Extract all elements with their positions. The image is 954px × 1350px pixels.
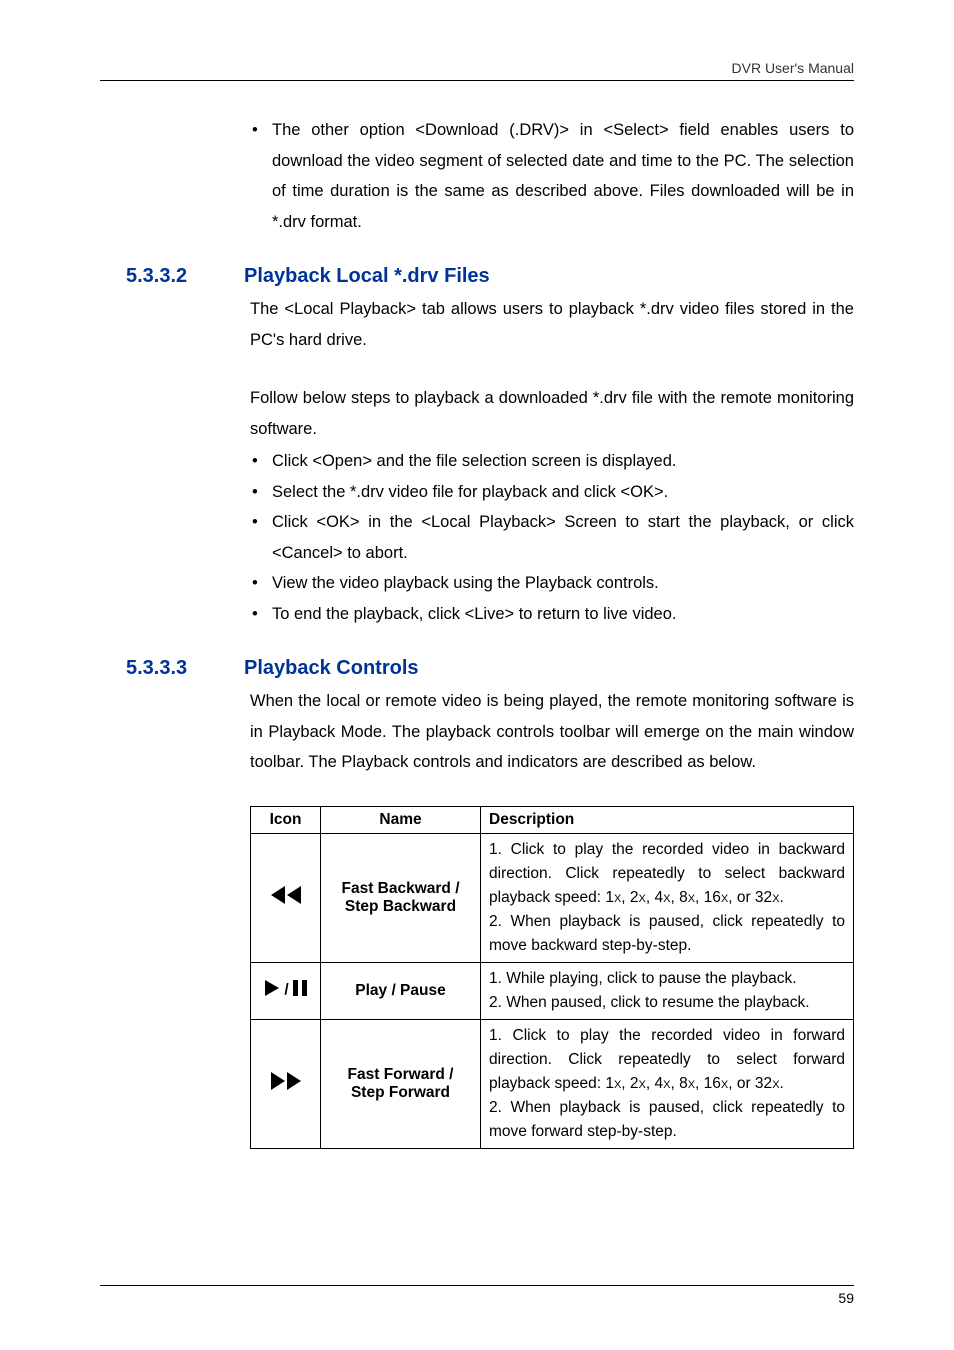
speed-x: X bbox=[688, 1079, 695, 1091]
heading-5333: 5.3.3.3Playback Controls bbox=[126, 657, 854, 680]
table-header-row: Icon Name Description bbox=[251, 806, 854, 833]
table-row: / Play / Pause 1. While playing, click t… bbox=[251, 962, 854, 1019]
para-5332-2: Follow below steps to playback a downloa… bbox=[250, 383, 854, 444]
header-manual-title: DVR User's Manual bbox=[100, 60, 854, 76]
heading-5332-title: Playback Local *.drv Files bbox=[244, 265, 490, 287]
icon-cell-playpause: / bbox=[251, 962, 321, 1019]
play-pause-slash: / bbox=[284, 982, 293, 999]
icon-cell-fastforward bbox=[251, 1019, 321, 1148]
header-rule: DVR User's Manual bbox=[100, 60, 854, 81]
bullet-item: Select the *.drv video file for playback… bbox=[250, 477, 854, 508]
th-icon: Icon bbox=[251, 806, 321, 833]
th-desc: Description bbox=[481, 806, 854, 833]
desc-text: , 8 bbox=[670, 889, 687, 906]
desc-text: 2. When paused, click to resume the play… bbox=[489, 994, 810, 1011]
desc-text: 2. When playback is paused, click repeat… bbox=[489, 913, 845, 954]
icon-cell-rewind bbox=[251, 833, 321, 962]
desc-text: 2. When playback is paused, click repeat… bbox=[489, 1099, 845, 1140]
speed-x: X bbox=[772, 893, 779, 905]
name-cell-playpause: Play / Pause bbox=[321, 962, 481, 1019]
pause-icon bbox=[293, 980, 307, 1001]
bullet-item: View the video playback using the Playba… bbox=[250, 568, 854, 599]
intro-bullet-list: The other option <Download (.DRV)> in <S… bbox=[250, 115, 854, 237]
desc-cell-fastforward: 1. Click to play the recorded video in f… bbox=[481, 1019, 854, 1148]
desc-text: , 16 bbox=[695, 889, 721, 906]
name-cell-fastforward: Fast Forward / Step Forward bbox=[321, 1019, 481, 1148]
desc-text: , 16 bbox=[695, 1075, 721, 1092]
speed-x: X bbox=[639, 893, 646, 905]
heading-5333-num: 5.3.3.3 bbox=[126, 657, 244, 680]
speed-x: X bbox=[688, 893, 695, 905]
desc-text: , or 32 bbox=[728, 1075, 772, 1092]
desc-text: , 8 bbox=[670, 1075, 687, 1092]
intro-bullet-item: The other option <Download (.DRV)> in <S… bbox=[250, 115, 854, 237]
speed-x: X bbox=[639, 1079, 646, 1091]
fast-forward-icon bbox=[269, 1072, 303, 1095]
desc-cell-playpause: 1. While playing, click to pause the pla… bbox=[481, 962, 854, 1019]
playback-controls-table: Icon Name Description Fast Backward / St… bbox=[250, 806, 854, 1149]
para-5333: When the local or remote video is being … bbox=[250, 686, 854, 778]
desc-text: . bbox=[780, 889, 784, 906]
heading-5333-title: Playback Controls bbox=[244, 657, 419, 679]
bullets-5332: Click <Open> and the file selection scre… bbox=[250, 446, 854, 629]
desc-text: 1. While playing, click to pause the pla… bbox=[489, 970, 797, 987]
desc-cell-rewind: 1. Click to play the recorded video in b… bbox=[481, 833, 854, 962]
th-name: Name bbox=[321, 806, 481, 833]
table-row: Fast Forward / Step Forward 1. Click to … bbox=[251, 1019, 854, 1148]
heading-5332: 5.3.3.2Playback Local *.drv Files bbox=[126, 265, 854, 288]
desc-text: , 2 bbox=[621, 889, 638, 906]
table-row: Fast Backward / Step Backward 1. Click t… bbox=[251, 833, 854, 962]
desc-text: , or 32 bbox=[728, 889, 772, 906]
heading-5332-num: 5.3.3.2 bbox=[126, 265, 244, 288]
desc-text: . bbox=[780, 1075, 784, 1092]
desc-text: , 4 bbox=[646, 889, 663, 906]
bullet-item: Click <OK> in the <Local Playback> Scree… bbox=[250, 507, 854, 568]
bullet-item: Click <Open> and the file selection scre… bbox=[250, 446, 854, 477]
para-5332-1: The <Local Playback> tab allows users to… bbox=[250, 294, 854, 355]
speed-x: X bbox=[772, 1079, 779, 1091]
rewind-icon bbox=[269, 886, 303, 909]
desc-text: , 4 bbox=[646, 1075, 663, 1092]
page-number: 59 bbox=[838, 1290, 854, 1306]
desc-text: , 2 bbox=[621, 1075, 638, 1092]
bullet-item: To end the playback, click <Live> to ret… bbox=[250, 599, 854, 630]
name-cell-rewind: Fast Backward / Step Backward bbox=[321, 833, 481, 962]
footer-rule: 59 bbox=[100, 1285, 854, 1306]
play-icon bbox=[264, 980, 280, 1001]
